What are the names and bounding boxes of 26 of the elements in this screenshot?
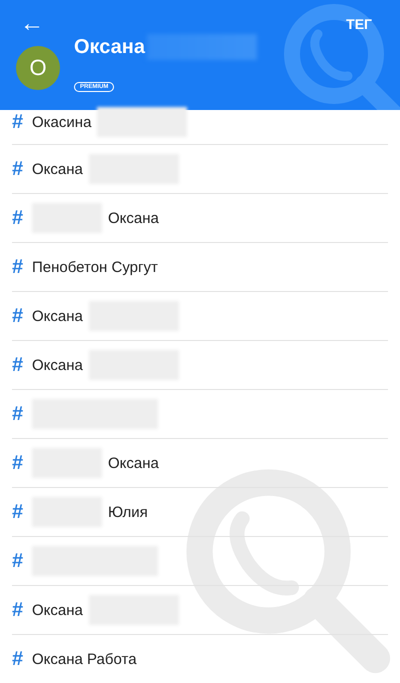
tag-label[interactable]: Оксана (32, 160, 83, 178)
hash-icon: # (12, 550, 26, 572)
phone-magnifier-icon (284, 4, 400, 110)
hash-icon: # (12, 598, 26, 622)
tag-label[interactable]: Юлия (108, 504, 148, 520)
contact-name: Оксана (74, 36, 145, 58)
hash-icon: # (12, 304, 26, 328)
hash-icon: # (12, 402, 26, 426)
hash-icon: # (12, 206, 26, 230)
hash-icon: # (12, 110, 26, 134)
hash-icon: # (12, 158, 26, 180)
hash-icon: # (12, 500, 26, 524)
hash-icon: # (12, 648, 26, 670)
tag-label[interactable]: Оксана Работа (32, 650, 137, 668)
hash-icon: # (12, 256, 26, 278)
avatar: О (16, 46, 60, 90)
tag-label[interactable]: Оксана (32, 356, 83, 374)
hash-icon: # (12, 354, 26, 376)
tag-label[interactable]: Окасина (32, 114, 92, 130)
back-button[interactable]: ← (16, 10, 48, 38)
hash-icon: # (12, 452, 26, 474)
tag-label[interactable]: Пенобетон Сургут (32, 258, 158, 276)
tag-label[interactable]: Оксана (32, 308, 83, 324)
tag-label[interactable]: Оксана (108, 210, 159, 226)
tag-label[interactable]: Оксана (108, 454, 159, 472)
tag-label[interactable]: Оксана (32, 602, 83, 618)
